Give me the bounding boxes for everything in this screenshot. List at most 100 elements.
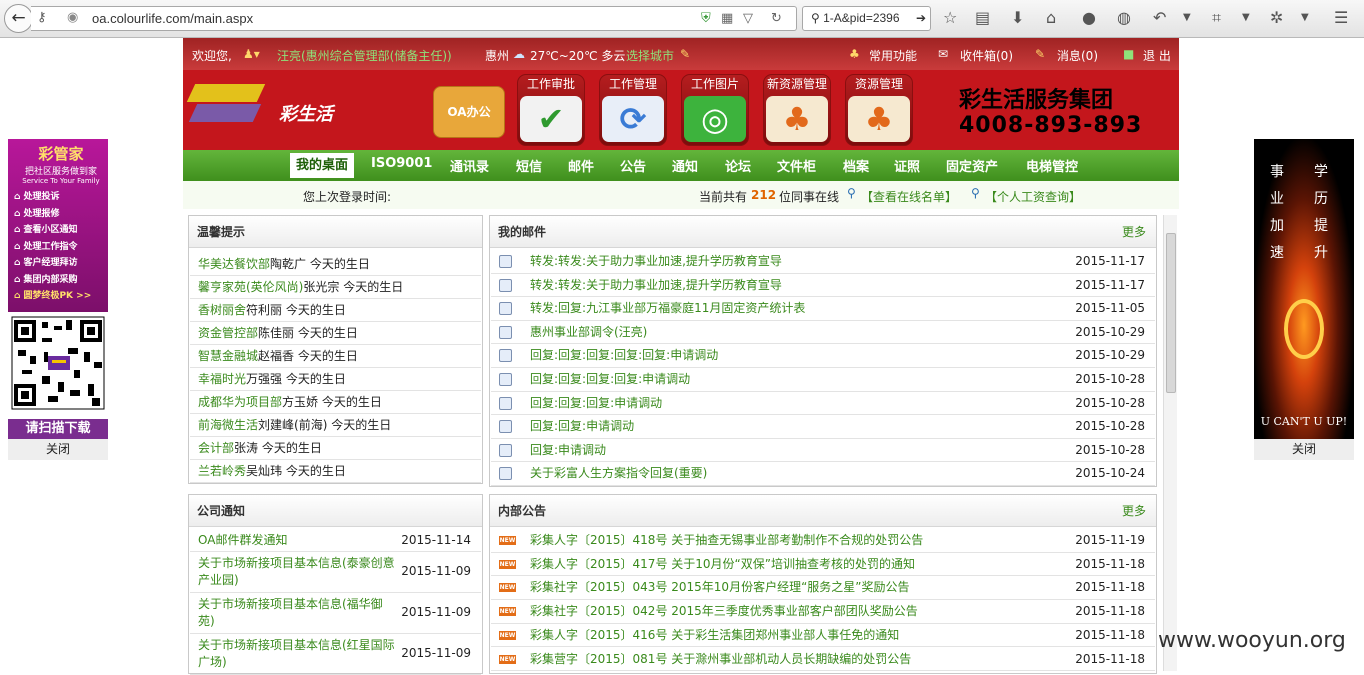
home-icon[interactable]: ⌂ — [1046, 8, 1056, 28]
nav-item[interactable]: 通知 — [672, 156, 698, 175]
internal-notice-link[interactable]: 彩集社字〔2015〕043号 2015年10月份客户经理“服务之星”奖励公告 — [530, 576, 910, 599]
left-ad-close-button[interactable]: 关闭 — [8, 439, 108, 460]
tip-dept-link[interactable]: 华美达餐饮部 — [198, 257, 270, 271]
internal-notice-link[interactable]: 彩集人字〔2015〕418号 关于抽查无锡事业部考勤制作不合规的处罚公告 — [530, 529, 923, 552]
address-bar[interactable]: ⚷ ◉ oa.colourlife.com/main.aspx ⛨ ▦ ▽ ↻ — [31, 6, 797, 31]
mail-row[interactable]: 转发:转发:关于助力事业加速,提升学历教育宣导 2015-11-17 — [491, 274, 1155, 298]
mail-title-link[interactable]: 回复:回复:回复:回复:申请调动 — [530, 368, 690, 391]
star-icon[interactable]: ☆ — [943, 8, 957, 28]
left-ad-item[interactable]: ⌂ 查看小区通知 — [14, 222, 108, 239]
dropdown-icon[interactable]: ▽ — [743, 11, 753, 26]
chevron-down-icon[interactable]: ▼ — [1183, 8, 1191, 28]
tip-dept-link[interactable]: 兰若岭秀 — [198, 464, 246, 478]
mail-more-link[interactable]: 更多 — [1122, 216, 1146, 248]
company-notice-link[interactable]: 关于市场新接项目基本信息(福华御苑) — [198, 596, 398, 630]
company-notice-link[interactable]: OA邮件群发通知 — [198, 532, 398, 549]
internal-notice-link[interactable]: 彩集人字〔2015〕417号 关于10月份“双保”培训抽查考核的处罚的通知 — [530, 553, 915, 576]
internal-notice-row[interactable]: NEW 彩集人字〔2015〕416号 关于彩生活集团郑州事业部人事任免的通知 201… — [491, 624, 1155, 648]
banner-button[interactable]: 资源管理 ♣ — [845, 74, 913, 146]
left-ad-item[interactable]: ⌂ 处理工作指令 — [14, 239, 108, 256]
internal-notice-row[interactable]: NEW 彩集社字〔2015〕043号 2015年10月份客户经理“服务之星”奖励公… — [491, 576, 1155, 601]
tip-dept-link[interactable]: 会计部 — [198, 441, 234, 455]
mail-row[interactable]: 转发:转发:关于助力事业加速,提升学历教育宣导 2015-11-17 — [491, 250, 1155, 274]
search-input[interactable]: ⚲ 1-A&pid=2396 ➔ — [802, 6, 931, 31]
choose-city-link[interactable]: 选择城市 — [626, 47, 674, 64]
nav-item[interactable]: 电梯管控 — [1026, 156, 1078, 175]
mail-title-link[interactable]: 转发:回复:九江事业部万福豪庭11月固定资产统计表 — [530, 297, 805, 320]
oa-office-icon[interactable]: OA办公 — [433, 86, 505, 138]
internal-notice-link[interactable]: 彩集人字〔2015〕416号 关于彩生活集团郑州事业部人事任免的通知 — [530, 624, 899, 647]
nav-item[interactable]: 证照 — [894, 156, 920, 175]
salary-query-link[interactable]: 【个人工资查询】 — [985, 188, 1081, 205]
company-notice-row[interactable]: 关于市场新接项目基本信息(福华御苑) 2015-11-09 — [190, 593, 481, 634]
reload-icon[interactable]: ↻ — [771, 11, 782, 26]
company-notice-link[interactable]: 关于市场新接项目基本信息(泰豪创意产业园) — [198, 555, 398, 589]
tip-dept-link[interactable]: 智慧金融城 — [198, 349, 258, 363]
tip-dept-link[interactable]: 馨亨家苑(英伦风尚) — [198, 280, 303, 294]
crop-icon[interactable]: ⌗ — [1212, 8, 1221, 28]
left-ad-item[interactable]: ⌂ 集团内部采购 — [14, 272, 108, 289]
logout-link[interactable]: 退 出 — [1143, 47, 1171, 64]
comment-icon[interactable]: ◍ — [1117, 8, 1131, 28]
internal-notice-link[interactable]: 彩集营字〔2015〕081号 关于滁州事业部机动人员长期缺编的处罚公告 — [530, 648, 911, 671]
tip-dept-link[interactable]: 前海微生活 — [198, 418, 258, 432]
chevron-down-icon[interactable]: ▼ — [1301, 8, 1309, 28]
undo-icon[interactable]: ↶ — [1153, 8, 1166, 28]
mail-row[interactable]: 惠州事业部调令(汪亮) 2015-10-29 — [491, 321, 1155, 345]
nav-item[interactable]: 通讯录 — [450, 156, 489, 175]
nav-item[interactable]: 邮件 — [568, 156, 594, 175]
mail-title-link[interactable]: 转发:转发:关于助力事业加速,提升学历教育宣导 — [530, 274, 782, 297]
mail-row[interactable]: 回复:申请调动 2015-10-28 — [491, 439, 1155, 463]
addon-icon[interactable]: ✲ — [1270, 8, 1283, 28]
banner-button[interactable]: 工作管理 ⟳ — [599, 74, 667, 146]
mail-row[interactable]: 回复:回复:回复:回复:申请调动 2015-10-28 — [491, 368, 1155, 392]
company-notice-row[interactable]: 关于市场新接项目基本信息(红星国际广场) 2015-11-09 — [190, 634, 481, 675]
pencil-icon[interactable]: ✎ — [680, 47, 690, 61]
nav-item[interactable]: 档案 — [843, 156, 869, 175]
messages-link[interactable]: 消息(0) — [1057, 47, 1098, 64]
back-arrow-icon[interactable]: ← — [4, 4, 33, 33]
mail-title-link[interactable]: 回复:回复:回复:回复:回复:申请调动 — [530, 344, 718, 367]
view-online-link[interactable]: 【查看在线名单】 — [861, 188, 957, 205]
left-ad-item[interactable]: ⌂ 客户经理拜访 — [14, 255, 108, 272]
tip-dept-link[interactable]: 香树丽舍 — [198, 303, 246, 317]
nav-item[interactable]: 公告 — [620, 156, 646, 175]
mail-title-link[interactable]: 回复:申请调动 — [530, 439, 606, 462]
company-notice-link[interactable]: 关于市场新接项目基本信息(红星国际广场) — [198, 637, 398, 671]
mail-row[interactable]: 回复:回复:回复:申请调动 2015-10-28 — [491, 392, 1155, 416]
common-functions-link[interactable]: 常用功能 — [869, 47, 917, 64]
nav-item[interactable]: 我的桌面 — [290, 153, 355, 178]
shield-icon[interactable]: ⛨ — [701, 11, 711, 26]
left-ad-item[interactable]: ⌂ 圆梦终极PK >> — [14, 288, 108, 305]
internal-notice-row[interactable]: NEW 彩集人字〔2015〕418号 关于抽查无锡事业部考勤制作不合规的处罚公告 2… — [491, 529, 1155, 553]
mail-title-link[interactable]: 回复:回复:申请调动 — [530, 415, 634, 438]
mail-title-link[interactable]: 惠州事业部调令(汪亮) — [530, 321, 647, 344]
nav-item[interactable]: ISO9001 — [371, 156, 432, 171]
mail-row[interactable]: 回复:回复:申请调动 2015-10-28 — [491, 415, 1155, 439]
go-arrow-icon[interactable]: ➔ — [916, 7, 926, 30]
mail-row[interactable]: 回复:回复:回复:回复:回复:申请调动 2015-10-29 — [491, 344, 1155, 368]
left-ad-item[interactable]: ⌂ 处理投诉 — [14, 189, 108, 206]
qr-icon[interactable]: ▦ — [721, 11, 733, 26]
mail-title-link[interactable]: 转发:转发:关于助力事业加速,提升学历教育宣导 — [530, 250, 782, 273]
mail-row[interactable]: 转发:回复:九江事业部万福豪庭11月固定资产统计表 2015-11-05 — [491, 297, 1155, 321]
menu-icon[interactable]: ☰ — [1334, 8, 1348, 28]
banner-button[interactable]: 新资源管理 ♣ — [763, 74, 831, 146]
nav-item[interactable]: 文件柜 — [777, 156, 816, 175]
banner-button[interactable]: 工作图片 ◎ — [681, 74, 749, 146]
banner-button[interactable]: 工作审批 ✔ — [517, 74, 585, 146]
reading-list-icon[interactable]: ▤ — [975, 8, 990, 28]
tip-dept-link[interactable]: 成都华为项目部 — [198, 395, 282, 409]
scrollbar-thumb[interactable] — [1166, 233, 1176, 393]
url-text[interactable]: oa.colourlife.com/main.aspx — [92, 11, 253, 26]
user-avatar-icon[interactable]: ♟▾ — [243, 47, 260, 61]
inbox-link[interactable]: 收件箱(0) — [960, 47, 1013, 64]
right-ad-close-button[interactable]: 关闭 — [1254, 439, 1354, 460]
mail-title-link[interactable]: 回复:回复:回复:申请调动 — [530, 392, 662, 415]
internal-notice-row[interactable]: NEW 彩集营字〔2015〕081号 关于滁州事业部机动人员长期缺编的处罚公告 20… — [491, 648, 1155, 672]
user-name-link[interactable]: 汪亮(惠州综合管理部(储备主任)) — [277, 47, 452, 64]
tip-dept-link[interactable]: 资金管控部 — [198, 326, 258, 340]
company-notice-row[interactable]: 关于市场新接项目基本信息(泰豪创意产业园) 2015-11-09 — [190, 552, 481, 593]
internal-notice-link[interactable]: 彩集社字〔2015〕042号 2015年三季度优秀事业部客户部团队奖励公告 — [530, 600, 918, 623]
download-icon[interactable]: ⬇ — [1011, 8, 1024, 28]
